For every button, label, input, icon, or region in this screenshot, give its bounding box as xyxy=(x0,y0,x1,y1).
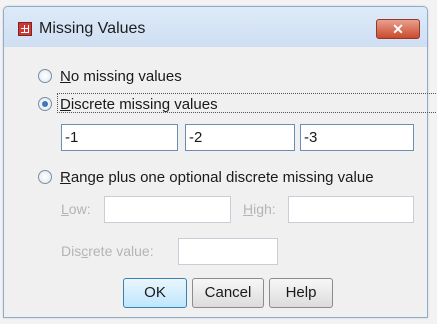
dialog-content: No missing values Discrete missing value… xyxy=(4,47,437,317)
low-input[interactable] xyxy=(104,196,231,223)
discrete-value-3-input[interactable]: -3 xyxy=(300,124,414,151)
high-input[interactable] xyxy=(288,196,414,223)
low-label: Low: xyxy=(61,201,91,217)
discrete-value-1-input[interactable]: -1 xyxy=(61,124,178,151)
dialog-title: Missing Values xyxy=(39,20,146,37)
high-label: High: xyxy=(243,201,276,217)
no-missing-values-label: No missing values xyxy=(60,68,182,85)
discrete-missing-values-label: Discrete missing values xyxy=(60,96,218,113)
ok-button[interactable]: OK xyxy=(123,278,187,308)
spss-grid-icon xyxy=(18,22,32,36)
cancel-button[interactable]: Cancel xyxy=(192,278,264,308)
close-button[interactable]: ✕ xyxy=(376,19,420,39)
missing-values-dialog: Missing Values ✕ No missing values Discr… xyxy=(3,6,437,318)
close-icon: ✕ xyxy=(392,21,404,37)
range-discrete-value-input[interactable] xyxy=(178,238,278,265)
discrete-value-2-input[interactable]: -2 xyxy=(185,124,295,151)
discrete-value-label: Discrete value: xyxy=(61,243,154,259)
title-bar[interactable]: Missing Values ✕ xyxy=(4,7,427,47)
range-radio[interactable] xyxy=(38,170,52,184)
range-label: Range plus one optional discrete missing… xyxy=(60,169,374,186)
discrete-missing-values-radio[interactable] xyxy=(38,97,52,111)
no-missing-values-radio[interactable] xyxy=(38,69,52,83)
help-button[interactable]: Help xyxy=(269,278,333,308)
